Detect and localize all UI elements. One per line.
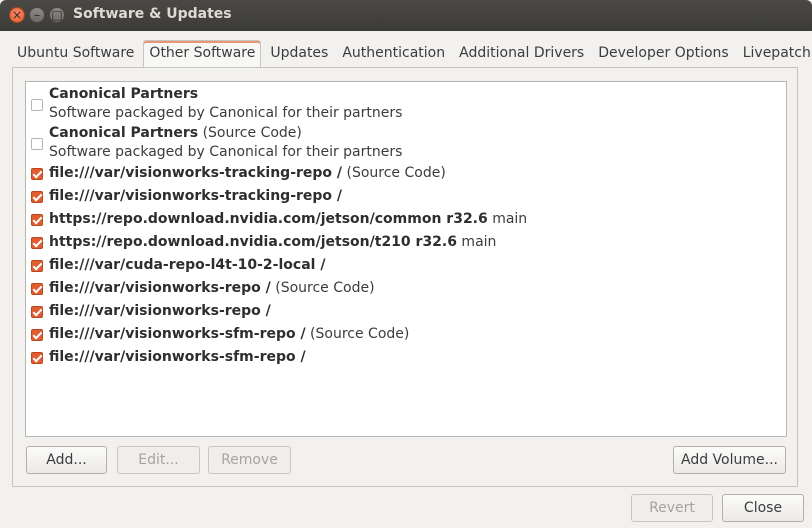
source-suffix: (Source Code) <box>305 326 410 342</box>
source-suffix: (Source Code) <box>198 125 302 141</box>
tab-bar: Ubuntu Software Other Software Updates A… <box>12 40 812 68</box>
source-line: https://repo.download.nvidia.com/jetson/… <box>49 211 527 227</box>
list-item[interactable]: https://repo.download.nvidia.com/jetson/… <box>26 210 786 233</box>
tab-updates[interactable]: Updates <box>265 40 333 67</box>
window-title: Software & Updates <box>73 6 232 22</box>
source-suffix: (Source Code) <box>270 280 375 296</box>
source-name: Canonical Partners <box>49 125 199 141</box>
source-line: file:///var/visionworks-tracking-repo / … <box>49 165 446 181</box>
tab-developer-options[interactable]: Developer Options <box>593 40 733 67</box>
source-line: https://repo.download.nvidia.com/jetson/… <box>49 234 496 250</box>
list-item[interactable]: file:///var/visionworks-tracking-repo / … <box>26 164 786 187</box>
maximize-window-icon[interactable]: □ <box>49 7 65 23</box>
close-window-icon[interactable]: × <box>9 7 25 23</box>
source-subtitle: Software packaged by Canonical for their… <box>49 144 403 160</box>
source-line: file:///var/visionworks-sfm-repo / (Sour… <box>49 326 409 342</box>
title-bar: × – □ Software & Updates <box>0 0 812 31</box>
list-item[interactable]: Canonical Partners (Source Code) Softwar… <box>26 125 786 163</box>
list-item[interactable]: https://repo.download.nvidia.com/jetson/… <box>26 233 786 256</box>
source-checkbox[interactable] <box>31 352 43 364</box>
list-item[interactable]: Canonical Partners Software packaged by … <box>26 86 786 124</box>
source-line: Canonical Partners (Source Code) <box>49 125 302 141</box>
source-checkbox[interactable] <box>31 214 43 226</box>
source-line: file:///var/visionworks-tracking-repo / <box>49 188 342 204</box>
source-line: file:///var/cuda-repo-l4t-10-2-local / <box>49 257 325 273</box>
tab-other-software[interactable]: Other Software <box>143 40 262 68</box>
source-checkbox[interactable] <box>31 329 43 341</box>
list-item[interactable]: file:///var/visionworks-repo / (Source C… <box>26 279 786 302</box>
list-item[interactable]: file:///var/visionworks-sfm-repo / <box>26 348 786 371</box>
source-suffix: main <box>487 211 528 227</box>
source-suffix: (Source Code) <box>342 165 446 181</box>
source-name: file:///var/visionworks-tracking-repo / <box>49 165 343 181</box>
minimize-window-icon[interactable]: – <box>29 7 45 23</box>
source-name: file:///var/visionworks-sfm-repo / <box>49 349 306 365</box>
sources-list: Canonical Partners Software packaged by … <box>25 81 787 437</box>
source-line: file:///var/visionworks-repo / <box>49 303 271 319</box>
source-checkbox[interactable] <box>31 283 43 295</box>
tab-livepatch[interactable]: Livepatch <box>738 40 812 67</box>
source-line: file:///var/visionworks-repo / (Source C… <box>49 280 375 296</box>
source-checkbox[interactable] <box>31 138 43 150</box>
source-checkbox[interactable] <box>31 191 43 203</box>
list-item[interactable]: file:///var/visionworks-sfm-repo / (Sour… <box>26 325 786 348</box>
list-item[interactable]: file:///var/cuda-repo-l4t-10-2-local / <box>26 256 786 279</box>
source-name: https://repo.download.nvidia.com/jetson/… <box>49 234 457 250</box>
source-name: file:///var/cuda-repo-l4t-10-2-local / <box>49 257 326 273</box>
source-checkbox[interactable] <box>31 306 43 318</box>
list-item[interactable]: file:///var/visionworks-repo / <box>26 302 786 325</box>
remove-button[interactable]: Remove <box>208 446 291 474</box>
source-subtitle: Software packaged by Canonical for their… <box>49 105 403 121</box>
tab-additional-drivers[interactable]: Additional Drivers <box>454 40 589 67</box>
source-name: file:///var/visionworks-tracking-repo / <box>49 188 343 204</box>
revert-button[interactable]: Revert <box>631 494 713 522</box>
add-button[interactable]: Add... <box>26 446 107 474</box>
close-button[interactable]: Close <box>722 494 804 522</box>
source-name: Canonical Partners <box>49 86 199 102</box>
source-checkbox[interactable] <box>31 260 43 272</box>
source-suffix: main <box>456 234 497 250</box>
source-name: file:///var/visionworks-sfm-repo / <box>49 326 306 342</box>
source-checkbox[interactable] <box>31 237 43 249</box>
source-name: file:///var/visionworks-repo / <box>49 280 271 296</box>
edit-button[interactable]: Edit... <box>117 446 200 474</box>
tab-authentication[interactable]: Authentication <box>337 40 450 67</box>
list-item[interactable]: file:///var/visionworks-tracking-repo / <box>26 187 786 210</box>
source-checkbox[interactable] <box>31 168 43 180</box>
source-checkbox[interactable] <box>31 99 43 111</box>
source-line: file:///var/visionworks-sfm-repo / <box>49 349 306 365</box>
source-name: file:///var/visionworks-repo / <box>49 303 271 319</box>
add-volume-button[interactable]: Add Volume... <box>673 446 786 474</box>
tab-ubuntu-software[interactable]: Ubuntu Software <box>12 40 139 67</box>
source-name: https://repo.download.nvidia.com/jetson/… <box>49 211 488 227</box>
